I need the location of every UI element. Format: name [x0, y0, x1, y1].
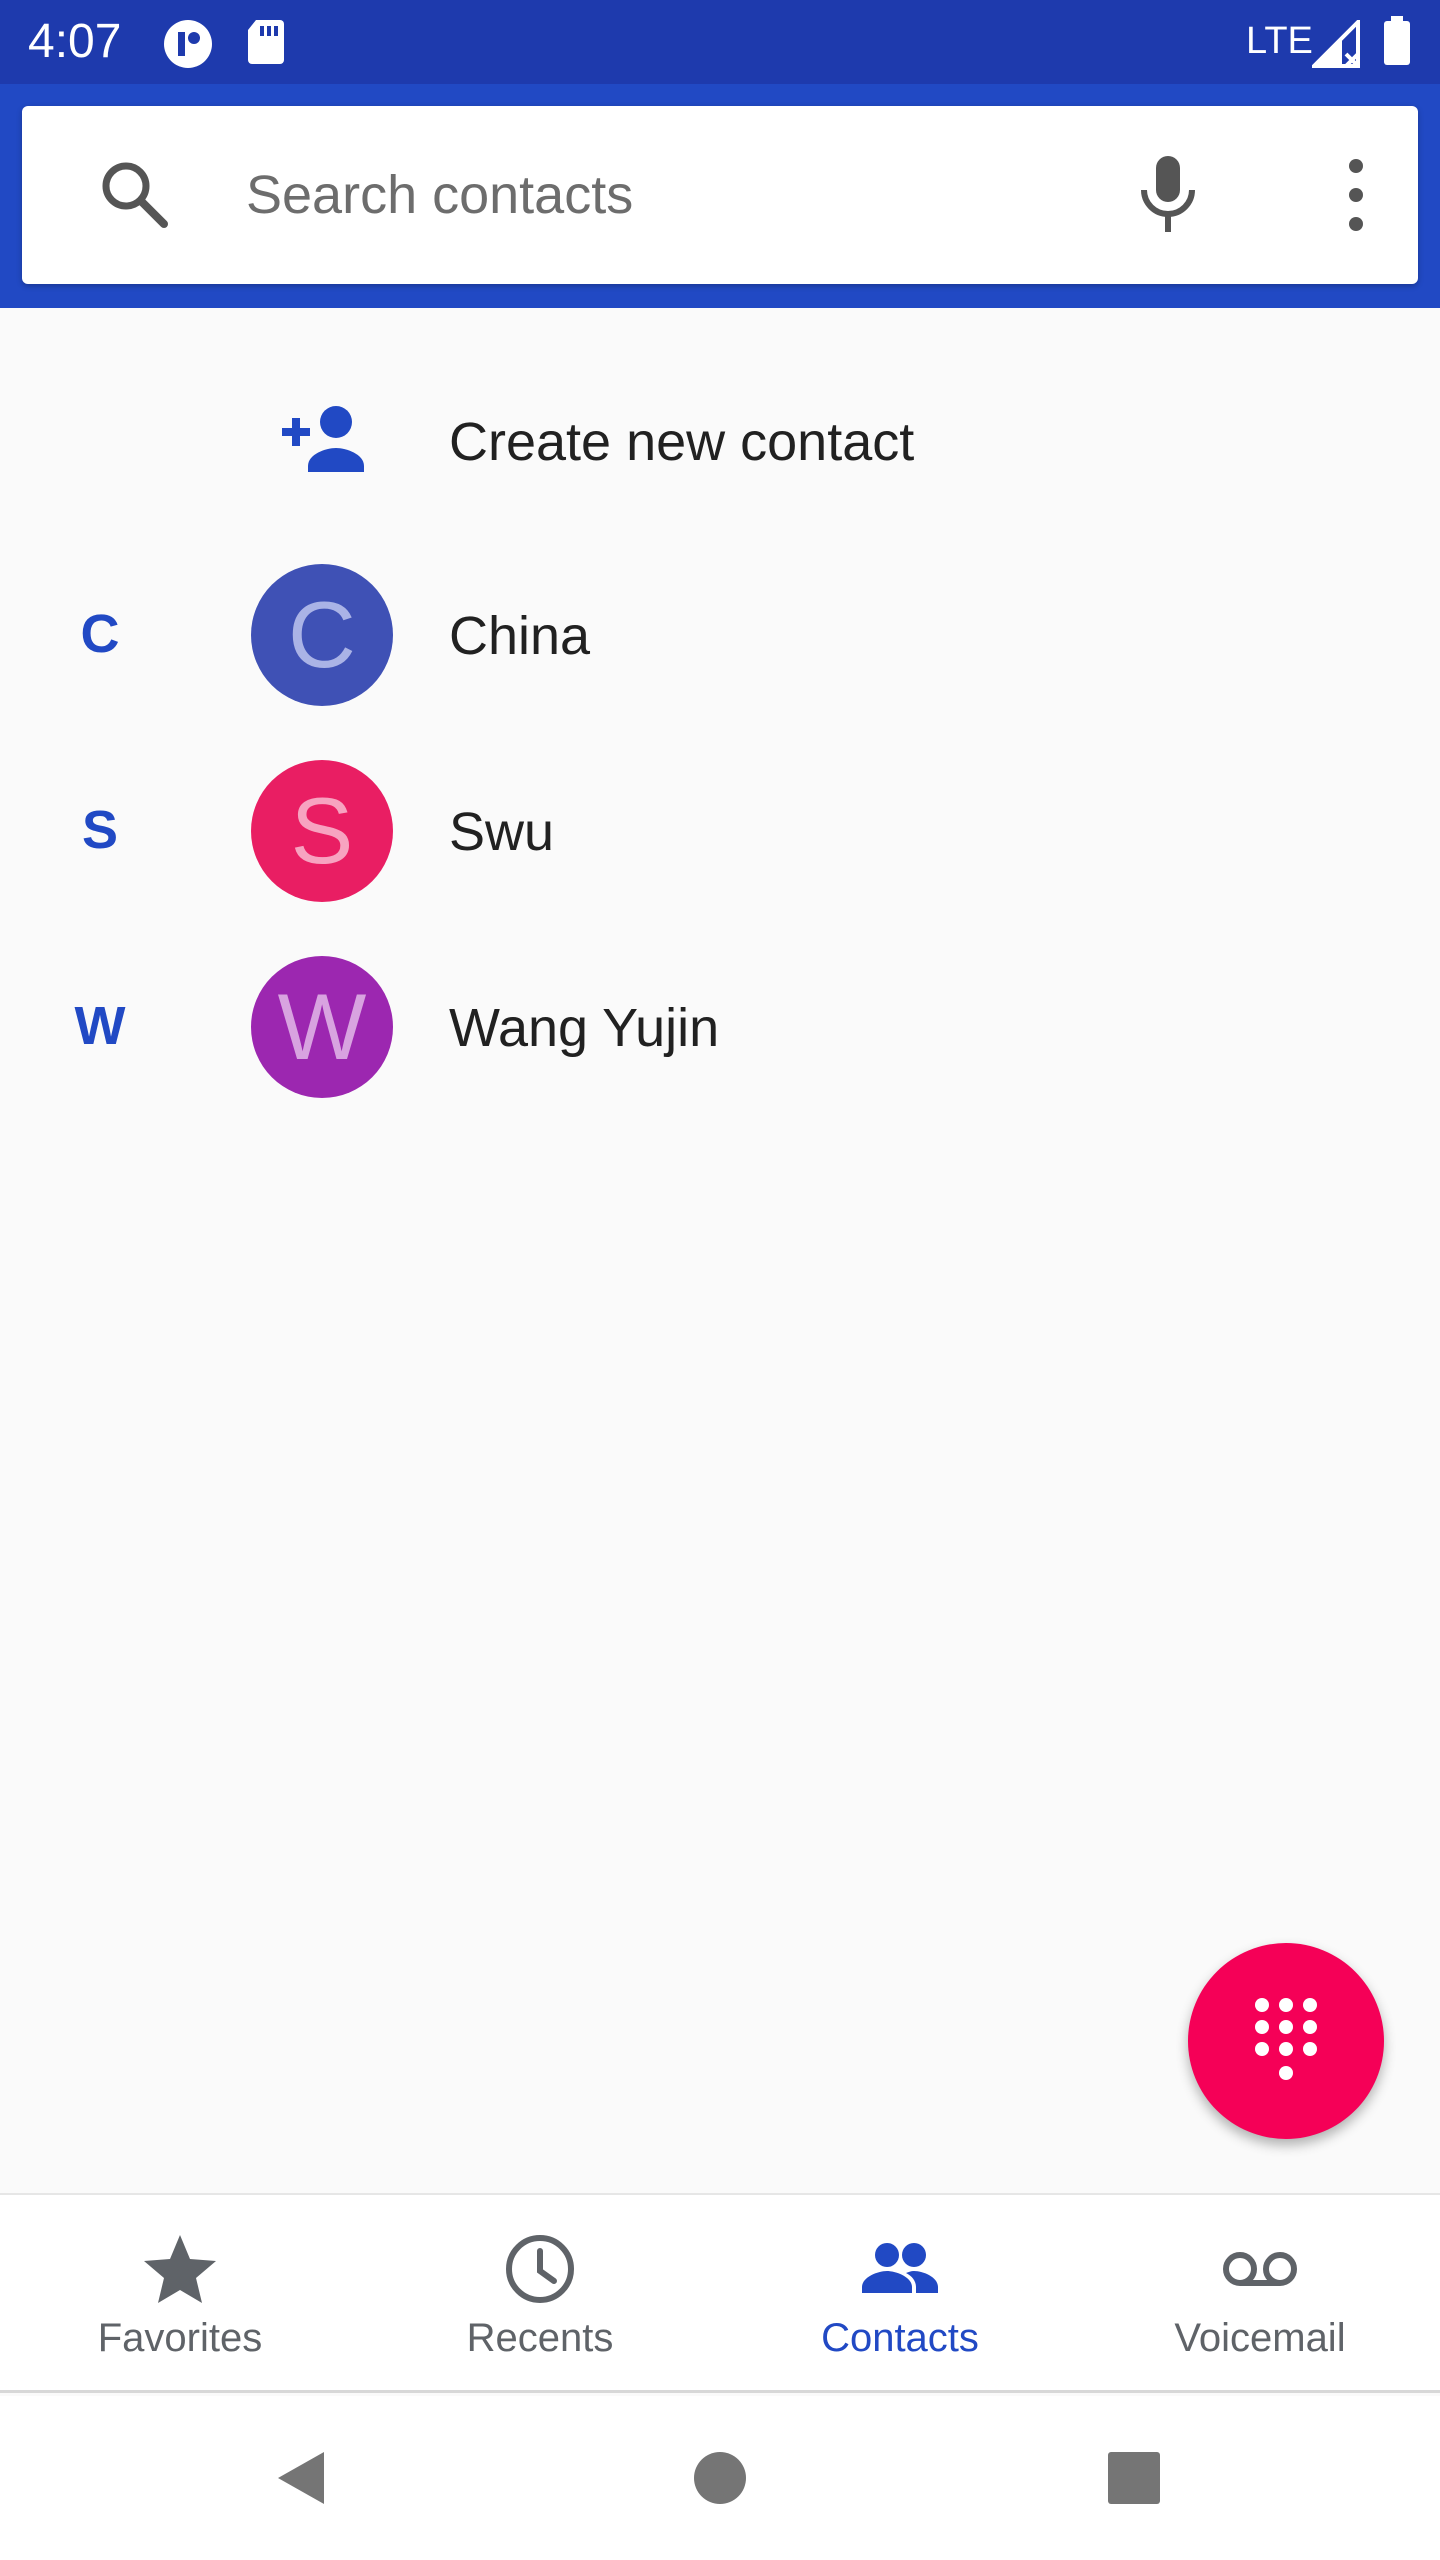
clock-icon — [506, 2235, 574, 2303]
tab-contacts-label: Contacts — [821, 2316, 979, 2360]
avatar: W — [251, 956, 393, 1098]
avatar: C — [251, 564, 393, 706]
search-icon[interactable] — [96, 156, 176, 236]
tab-voicemail[interactable]: Voicemail — [1080, 2195, 1440, 2391]
tab-voicemail-label: Voicemail — [1174, 2316, 1346, 2360]
dialpad-fab-button[interactable] — [1188, 1943, 1384, 2139]
contact-name: Swu — [449, 802, 555, 862]
network-type: LTE — [1246, 20, 1313, 62]
contact-name: China — [449, 606, 591, 666]
back-icon[interactable] — [264, 2440, 340, 2516]
section-header-letter: S — [81, 800, 119, 860]
tab-recents[interactable]: Recents — [360, 2195, 720, 2391]
app-notification-icon — [164, 20, 212, 68]
battery-icon — [1384, 16, 1410, 65]
status-time: 4:07 — [28, 15, 122, 68]
sd-card-icon — [248, 20, 284, 64]
search-header — [0, 84, 1440, 308]
tab-contacts[interactable]: Contacts — [720, 2195, 1080, 2391]
search-input[interactable] — [246, 152, 1106, 238]
contact-row[interactable]: C C China — [0, 536, 1440, 732]
section-header-letter: W — [74, 996, 126, 1056]
contact-row[interactable]: S S Swu — [0, 732, 1440, 928]
add-person-icon — [282, 406, 364, 472]
avatar: S — [251, 760, 393, 902]
system-navigation-bar — [0, 2396, 1440, 2560]
dialpad-icon — [1255, 1998, 1317, 2080]
search-bar[interactable] — [22, 106, 1418, 284]
contact-name: Wang Yujin — [449, 998, 720, 1058]
bottom-navigation: Favorites Recents Contacts Voicemail — [0, 2193, 1440, 2393]
tab-recents-label: Recents — [466, 2316, 614, 2360]
voicemail-icon — [1223, 2252, 1297, 2286]
home-icon[interactable] — [682, 2440, 758, 2516]
create-contact-label: Create new contact — [449, 412, 915, 472]
tab-favorites[interactable]: Favorites — [0, 2195, 360, 2391]
recents-square-icon[interactable] — [1096, 2440, 1172, 2516]
mic-icon[interactable] — [1130, 150, 1206, 240]
contact-row[interactable]: W W Wang Yujin — [0, 928, 1440, 1124]
people-icon — [862, 2243, 938, 2293]
status-bar: 4:07 LTE — [0, 0, 1440, 84]
section-header-letter: C — [80, 604, 120, 664]
create-new-contact-row[interactable]: Create new contact — [0, 340, 1440, 536]
star-icon — [144, 2235, 216, 2303]
signal-icon — [1312, 20, 1360, 68]
tab-favorites-label: Favorites — [97, 2316, 263, 2360]
more-options-icon[interactable] — [1318, 150, 1394, 240]
